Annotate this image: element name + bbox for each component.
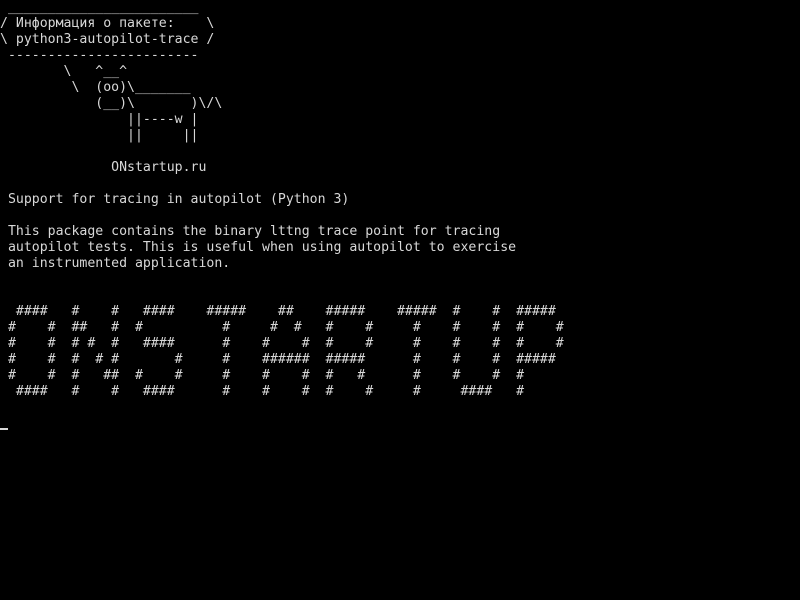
terminal-screen[interactable]: ________________________ / Информация о … [0, 0, 800, 600]
package-summary: Support for tracing in autopilot (Python… [0, 192, 350, 207]
onstartup-ascii-banner: #### # # #### ##### ## ##### ##### # # #… [7, 304, 564, 399]
site-name: ONstartup.ru [0, 160, 207, 175]
package-description: This package contains the binary lttng t… [7, 224, 517, 271]
text-cursor [0, 428, 8, 430]
cowsay-package-info: ________________________ / Информация о … [0, 0, 223, 143]
